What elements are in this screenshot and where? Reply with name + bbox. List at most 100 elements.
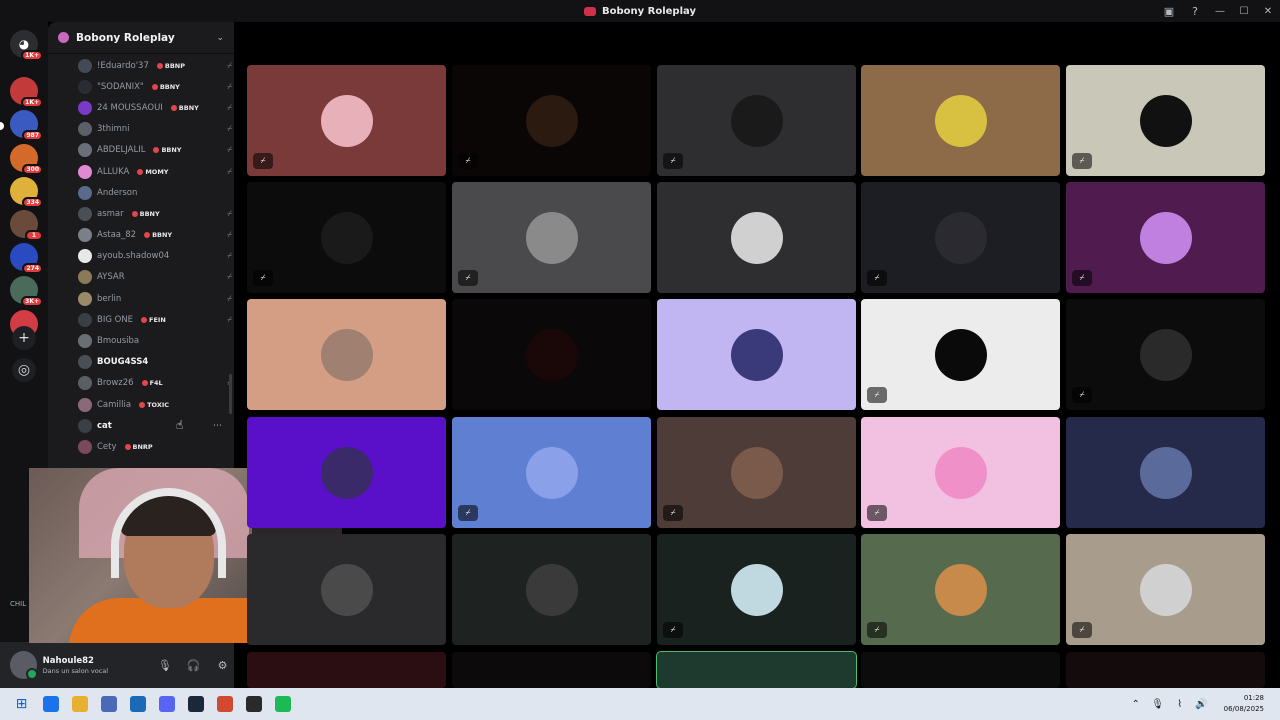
member-name: BIG ONE (97, 314, 134, 325)
video-tile[interactable]: ⌿ (247, 182, 446, 293)
video-tile[interactable] (247, 652, 446, 688)
voice-member[interactable]: Bmousiba (48, 330, 234, 351)
video-tile[interactable]: ⌿ (657, 65, 856, 176)
member-clan-tag: BNRP (124, 443, 153, 451)
voice-member[interactable]: 24 MOUSSAOUI BBNY ⌿ (48, 97, 234, 118)
taskbar-app-6[interactable] (210, 688, 239, 720)
voice-member[interactable]: 3thimni ⌿ (48, 119, 234, 140)
member-name: asmar (97, 208, 124, 219)
voice-member[interactable]: "SODANIX" BBNY ⌿ (48, 76, 234, 97)
voice-member[interactable]: Astaa_82 BBNY ⌿ (48, 225, 234, 246)
taskbar-app-3[interactable] (123, 688, 152, 720)
maximize-button[interactable]: ☐ (1232, 0, 1256, 22)
video-tile[interactable] (656, 651, 857, 689)
taskbar-app-0[interactable] (36, 688, 65, 720)
participant-avatar (934, 328, 987, 381)
voice-member[interactable]: asmar BBNY ⌿ (48, 203, 234, 224)
video-tile[interactable]: ⌿ (861, 417, 1060, 528)
video-tile[interactable]: ⌿ (1066, 65, 1265, 176)
video-tile[interactable]: ⌿ (1066, 299, 1265, 410)
taskbar-app-8[interactable] (268, 688, 297, 720)
server-icon-4[interactable]: 1 (10, 210, 43, 241)
windows-logo-icon: ⊞ (15, 696, 28, 712)
avatar (78, 249, 92, 264)
video-tile[interactable] (861, 652, 1060, 688)
server-icon-5[interactable]: 274 (10, 243, 43, 274)
video-tile[interactable]: ⌿ (452, 65, 651, 176)
server-icon-0[interactable]: 1K+ (10, 77, 43, 108)
video-tile[interactable]: ⌿ (452, 182, 651, 293)
scrollbar[interactable] (229, 374, 232, 414)
video-tile[interactable] (657, 299, 856, 410)
voice-member[interactable]: Cety BNRP (48, 436, 234, 457)
video-tile[interactable] (861, 65, 1060, 176)
video-tile[interactable] (247, 417, 446, 528)
user-info[interactable]: Nahoule82 Dans un salon vocal (43, 656, 148, 675)
voice-member[interactable]: BIG ONE FEIN ⌿ (48, 309, 234, 330)
more-options-icon[interactable]: ⋯ (213, 421, 222, 431)
minimize-button[interactable]: — (1208, 0, 1232, 22)
avatar[interactable] (10, 651, 38, 680)
start-button[interactable]: ⊞ (7, 688, 36, 720)
taskbar-app-2[interactable] (94, 688, 123, 720)
voice-member[interactable]: Camillia TOXIC (48, 394, 234, 415)
taskbar-app-7[interactable] (239, 688, 268, 720)
video-tile[interactable] (1066, 652, 1265, 688)
voice-member[interactable]: Browz26F4L⌿ (48, 373, 234, 394)
headphones-icon[interactable]: 🎧 (182, 653, 205, 677)
taskbar-app-5[interactable] (181, 688, 210, 720)
video-tile[interactable]: ⌿ (657, 534, 856, 645)
help-icon[interactable]: ? (1182, 0, 1208, 22)
voice-member[interactable]: BOUG4SS4 (48, 352, 234, 373)
server-icon-6[interactable]: 3K+ (10, 276, 43, 307)
taskbar-app-4[interactable] (152, 688, 181, 720)
member-name: berlin (97, 293, 122, 304)
discover-button[interactable]: ◎ (12, 358, 36, 382)
server-icon-1[interactable]: 987 (10, 110, 43, 141)
video-tile[interactable]: ⌿ (657, 417, 856, 528)
microphone-tray-icon[interactable]: 🎙 (1148, 699, 1168, 710)
home-button[interactable]: ◕ 1K+ (10, 30, 43, 61)
close-button[interactable]: ✕ (1256, 0, 1280, 22)
avatar (78, 291, 92, 306)
settings-gear-icon[interactable]: ⚙ (211, 653, 234, 677)
volume-icon[interactable]: 🔊 (1192, 699, 1212, 710)
video-tile[interactable] (657, 182, 856, 293)
network-icon[interactable]: ⌇ (1170, 699, 1190, 710)
video-tile[interactable] (452, 299, 651, 410)
taskbar-app-1[interactable] (65, 688, 94, 720)
voice-member[interactable]: berlin ⌿ (48, 288, 234, 309)
video-tile[interactable] (452, 534, 651, 645)
voice-member[interactable]: cat ⋯ (48, 415, 234, 436)
video-tile[interactable]: ⌿ (1066, 182, 1265, 293)
server-header[interactable]: Bobony Roleplay ⌄ (48, 22, 234, 54)
video-tile[interactable] (1066, 417, 1265, 528)
server-icon-3[interactable]: 334 (10, 177, 43, 208)
video-tile[interactable]: ⌿ (861, 534, 1060, 645)
participant-avatar (1139, 446, 1192, 499)
video-tile[interactable] (247, 534, 446, 645)
voice-member[interactable]: Anderson (48, 182, 234, 203)
date: 06/08/2025 (1223, 705, 1264, 713)
video-tile[interactable] (247, 299, 446, 410)
chevron-up-icon[interactable]: ⌃ (1126, 699, 1146, 710)
video-tile[interactable]: ⌿ (247, 65, 446, 176)
server-icon-2[interactable]: 300 (10, 144, 43, 175)
voice-member[interactable]: ABDELJALIL BBNY ⌿ (48, 140, 234, 161)
video-tile[interactable] (452, 652, 651, 688)
voice-member[interactable]: AYSAR ⌿ (48, 267, 234, 288)
video-tile[interactable]: ⌿ (1066, 534, 1265, 645)
voice-member[interactable]: !Eduardo'37 BBNP ⌿ (48, 55, 234, 76)
clock[interactable]: 01:28 06/08/2025 (1224, 693, 1264, 715)
video-tile[interactable]: ⌿ (452, 417, 651, 528)
video-tile[interactable]: ⌿ (861, 299, 1060, 410)
add-server-button[interactable]: + (12, 326, 36, 350)
microphone-icon[interactable]: 🎙 (153, 653, 176, 677)
voice-member[interactable]: ayoub.shadow04 ⌿ (48, 246, 234, 267)
inbox-icon[interactable]: ▣ (1156, 0, 1182, 22)
muted-mic-icon: ⌿ (227, 272, 232, 282)
video-tile[interactable]: ⌿ (861, 182, 1060, 293)
voice-member[interactable]: ALLUKA MOMY ⌿ (48, 161, 234, 182)
user-status: Dans un salon vocal (42, 666, 109, 675)
avatar (78, 270, 92, 285)
